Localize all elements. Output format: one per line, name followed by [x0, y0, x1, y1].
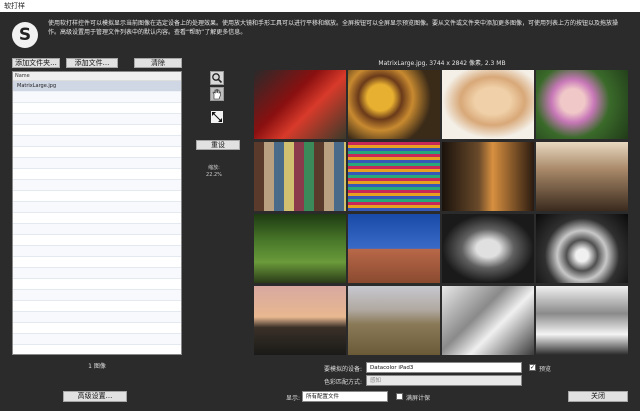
fullscreen-button[interactable] — [210, 111, 224, 125]
fullscreen-checkbox[interactable] — [396, 393, 403, 400]
file-list[interactable]: Name MatrixLarge.jpg — [12, 71, 182, 355]
tile-hills — [348, 286, 440, 355]
close-button[interactable]: 关闭 — [568, 391, 628, 402]
image-count: 1 图像 — [88, 363, 106, 370]
fullscreen-label: 满屏计保 — [406, 395, 431, 402]
device-select[interactable]: Datacolor iPad3 — [366, 362, 522, 373]
description-text: 使用软打样控件可以模拟显示当前图像在选定设备上的处理效果。使用放大镜和手形工具可… — [48, 20, 619, 36]
tile-musician — [442, 142, 534, 211]
hand-icon — [212, 89, 221, 100]
zoom-tool-button[interactable] — [210, 71, 224, 85]
render-intent-label: 色彩匹配方式: — [323, 379, 362, 386]
zoom-label: 缩放: — [208, 165, 220, 171]
tile-fabric — [348, 142, 440, 211]
advanced-settings-button[interactable]: 高级设置... — [63, 391, 127, 402]
tile-girl-flowers — [536, 70, 628, 139]
magnifier-icon — [212, 73, 223, 84]
tile-colorchecker — [254, 142, 346, 211]
tile-sunset — [254, 286, 346, 355]
list-empty-rows — [13, 92, 181, 354]
add-folder-button[interactable]: 添加文件夹... — [12, 58, 60, 68]
tile-woman-hat — [536, 142, 628, 211]
add-file-button[interactable]: 添加文件... — [66, 58, 118, 68]
window-title: 软打样 — [4, 2, 25, 10]
tile-garden — [254, 214, 346, 283]
tile-spiral-stairs — [536, 214, 628, 283]
tile-bw-table — [536, 286, 628, 355]
preview-checkbox[interactable]: ✓ — [529, 364, 536, 371]
title-bar: 软打样 — [0, 0, 640, 12]
tile-bw-bicycle — [442, 286, 534, 355]
render-intent-select[interactable]: 感知 — [366, 375, 522, 386]
hand-tool-button[interactable] — [210, 87, 224, 101]
reset-button[interactable]: 重设 — [196, 140, 240, 150]
zoom-value: 22.2% — [206, 172, 222, 178]
list-header[interactable]: Name — [13, 72, 181, 81]
app-logo: S — [12, 22, 38, 48]
tile-peppers — [254, 70, 346, 139]
clear-button[interactable]: 清除 — [134, 58, 182, 68]
display-label: 显示: — [285, 395, 300, 402]
fullscreen-icon — [211, 111, 223, 123]
preview-image[interactable] — [254, 70, 630, 355]
list-item[interactable]: MatrixLarge.jpg — [13, 81, 181, 92]
preview-label: 预览 — [539, 366, 552, 373]
tile-bw-portrait — [442, 214, 534, 283]
device-label: 要模拟的设备: — [323, 366, 362, 373]
tile-church — [348, 214, 440, 283]
image-info: MatrixLarge.jpg, 3744 x 2842 像素, 2.3 MB — [378, 60, 506, 67]
display-select[interactable]: 所有配置文件 — [302, 391, 388, 402]
tile-bowls — [348, 70, 440, 139]
tile-woman-portrait — [442, 70, 534, 139]
